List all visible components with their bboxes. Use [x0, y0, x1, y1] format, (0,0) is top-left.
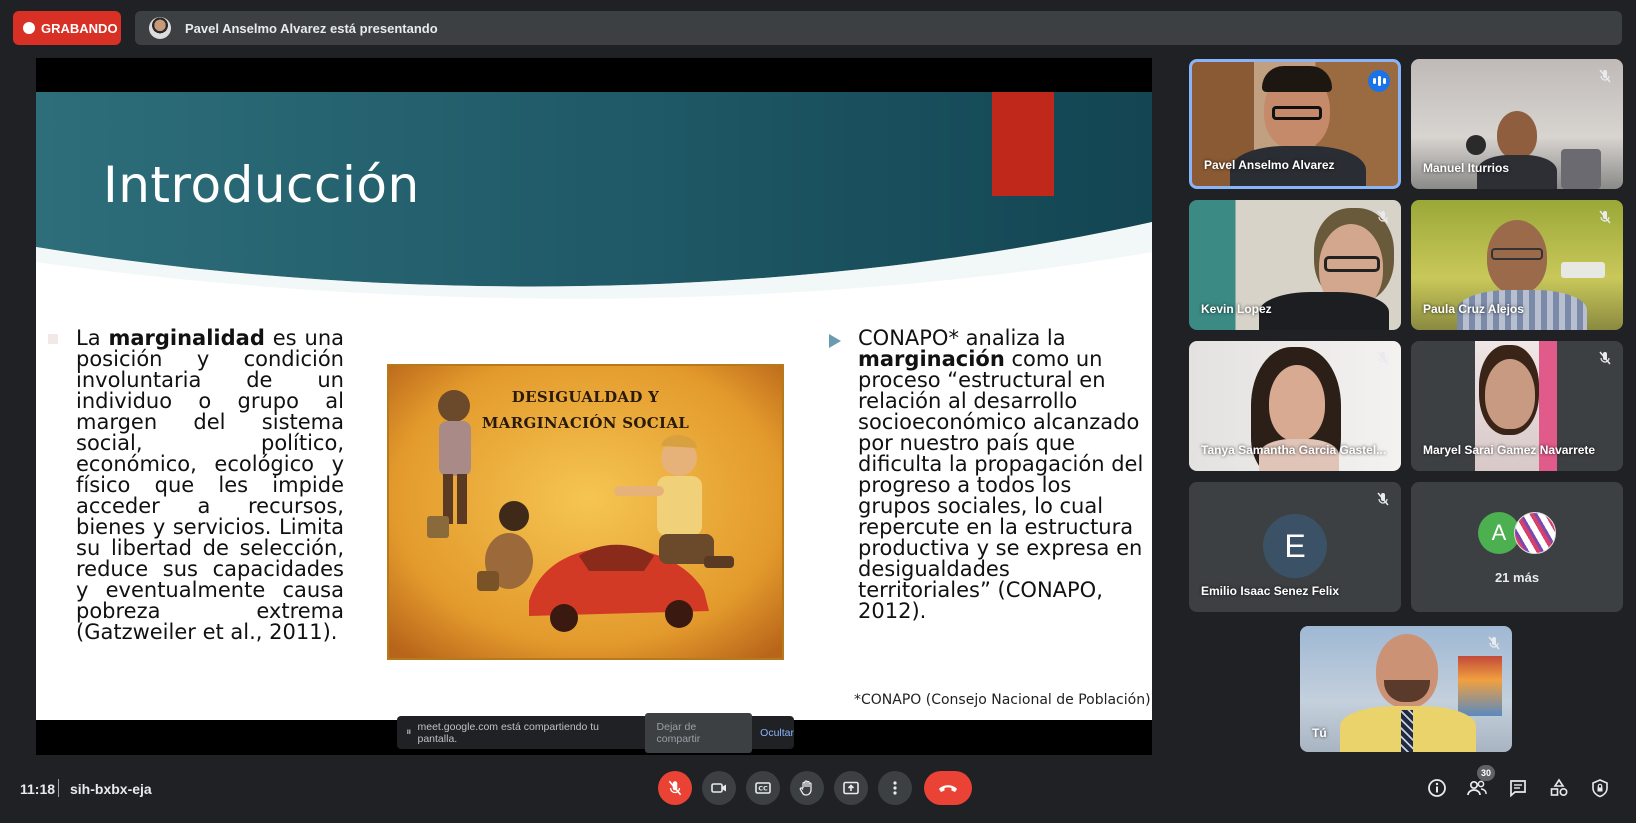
participant-tile[interactable]: Manuel Iturrios: [1411, 59, 1623, 189]
chat-icon: [1510, 780, 1526, 798]
activities-button[interactable]: [1546, 775, 1572, 801]
more-options-button[interactable]: [878, 771, 912, 805]
more-vert-icon: [893, 781, 897, 795]
mic-off-icon: [1599, 351, 1611, 365]
hang-up-icon: [939, 785, 957, 792]
present-icon: [843, 781, 859, 795]
stop-sharing-button[interactable]: Dejar de compartir: [644, 712, 753, 753]
participant-name: Emilio Isaac Senez Felix: [1201, 584, 1340, 598]
participant-name: Manuel Iturrios: [1423, 161, 1510, 175]
right-bullet-icon: [829, 334, 841, 348]
people-count-badge: 30: [1477, 765, 1495, 781]
share-message: meet.google.com está compartiendo tu pan…: [417, 720, 600, 745]
presenter-banner: Pavel Anselmo Alvarez está presentando: [135, 11, 1622, 45]
record-dot-icon: [23, 22, 35, 34]
illustration-caption-line2: MARGINACIÓN SOCIAL: [481, 414, 690, 432]
illustration-caption-line1: DESIGUALDAD Y: [511, 388, 660, 406]
self-tile[interactable]: Tú: [1300, 626, 1512, 752]
mic-off-icon: [1377, 210, 1389, 224]
speaking-indicator-icon: [1368, 70, 1390, 92]
chat-button[interactable]: [1505, 775, 1531, 801]
mic-off-icon: [1599, 210, 1611, 224]
participant-name: Maryel Sarai Gamez Navarrete: [1423, 443, 1596, 457]
camera-icon: [711, 783, 726, 793]
participant-name: Tanya Samantha Garcia Gastel...: [1201, 443, 1387, 457]
bottom-bar: 11:18 sih-bxbx-eja CC 30: [0, 765, 1636, 823]
leave-call-button[interactable]: [924, 771, 972, 805]
top-bar: GRABANDO Pavel Anselmo Alvarez está pres…: [0, 0, 1636, 56]
meeting-code: sih-bxbx-eja: [70, 781, 152, 797]
participant-tile[interactable]: Paula Cruz Alejos: [1411, 200, 1623, 330]
drag-handle-icon[interactable]: ⏸: [406, 726, 412, 739]
people-icon: [1467, 780, 1487, 796]
recording-label: GRABANDO: [41, 20, 118, 36]
info-icon: [1428, 779, 1446, 797]
left-text-post: es una posición y condición involuntaria…: [76, 326, 345, 644]
participant-tile[interactable]: E Emilio Isaac Senez Felix: [1189, 482, 1401, 612]
participant-avatar: E: [1263, 514, 1327, 578]
participant-tile[interactable]: Pavel Anselmo Alvarez: [1189, 59, 1401, 189]
hide-share-bar-button[interactable]: Ocultar: [760, 727, 794, 739]
meeting-details-button[interactable]: [1424, 775, 1450, 801]
mic-off-icon: [1377, 492, 1389, 506]
mic-off-icon: [668, 780, 682, 796]
mic-off-icon: [1599, 69, 1611, 83]
present-screen-button[interactable]: [834, 771, 868, 805]
toggle-camera-button[interactable]: [702, 771, 736, 805]
recording-indicator: GRABANDO: [13, 11, 121, 45]
presenter-banner-text: Pavel Anselmo Alvarez está presentando: [185, 20, 438, 36]
mic-off-icon: [1377, 351, 1389, 365]
slide-footnote: *CONAPO (Consejo Nacional de Población): [854, 692, 1151, 708]
divider: [58, 779, 59, 797]
more-participants-tile[interactable]: A 21 más: [1411, 482, 1623, 612]
captions-icon: CC: [755, 782, 771, 794]
slide: Introducción La marginalidad es una posi…: [36, 92, 1152, 720]
screen-share-bar: ⏸ meet.google.com está compartiendo tu p…: [397, 712, 794, 753]
participant-name: Pavel Anselmo Alvarez: [1204, 158, 1335, 172]
participant-tile[interactable]: Kevin Lopez: [1189, 200, 1401, 330]
hand-icon: [799, 780, 812, 796]
participant-tile[interactable]: Maryel Sarai Gamez Navarrete: [1411, 341, 1623, 471]
shapes-icon: [1550, 778, 1568, 797]
slide-title: Introducción: [103, 156, 420, 214]
mic-off-icon: [1488, 636, 1500, 650]
slide-right-paragraph: CONAPO* analiza la marginación como un p…: [858, 328, 1148, 622]
captions-button[interactable]: CC: [746, 771, 780, 805]
self-video: [1300, 626, 1512, 752]
slide-illustration: DESIGUALDAD Y MARGINACIÓN SOCIAL: [387, 364, 784, 660]
presenter-avatar: [149, 17, 171, 39]
illustration-caption: DESIGUALDAD Y MARGINACIÓN SOCIAL: [389, 384, 782, 436]
participant-tile[interactable]: Tanya Samantha Garcia Gastel...: [1189, 341, 1401, 471]
shield-lock-icon: [1592, 779, 1608, 798]
participant-name: Paula Cruz Alejos: [1423, 302, 1524, 316]
more-avatar-photo: [1514, 512, 1556, 554]
slide-red-accent: [992, 92, 1054, 196]
presentation-stage: Introducción La marginalidad es una posi…: [36, 58, 1152, 755]
participant-name: Kevin Lopez: [1201, 302, 1272, 316]
left-bullet-icon: [48, 334, 58, 344]
self-name: Tú: [1312, 726, 1327, 740]
raise-hand-button[interactable]: [790, 771, 824, 805]
host-controls-button[interactable]: [1587, 775, 1613, 801]
slide-left-paragraph: La marginalidad es una posición y condic…: [76, 328, 344, 643]
toggle-mic-button[interactable]: [658, 771, 692, 805]
more-participants-label: 21 más: [1494, 570, 1540, 585]
right-text-post: como un proceso “estructural en relación…: [858, 347, 1144, 623]
svg-text:CC: CC: [758, 785, 768, 793]
meeting-time: 11:18: [20, 781, 56, 797]
